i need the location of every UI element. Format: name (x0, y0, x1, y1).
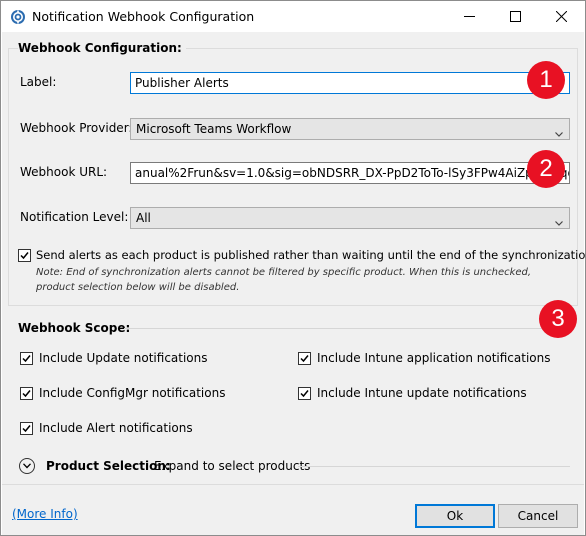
scope-checkbox-update[interactable] (20, 352, 33, 365)
send-each-checkbox[interactable] (18, 249, 31, 262)
level-selected-value: All (136, 211, 151, 225)
dialog-window: Notification Webhook Configuration Webho… (0, 0, 586, 536)
send-each-label: Send alerts as each product is published… (36, 248, 586, 262)
level-select[interactable]: All (130, 207, 570, 229)
cancel-button[interactable]: Cancel (498, 504, 578, 528)
chevron-down-circle-icon (23, 463, 31, 469)
chevron-down-icon (555, 126, 563, 140)
provider-selected-value: Microsoft Teams Workflow (136, 122, 292, 136)
minimize-button[interactable] (447, 1, 493, 32)
check-icon (22, 425, 31, 433)
product-selection-hint: Expand to select products (154, 459, 311, 473)
product-selection-label: Product Selection: (46, 459, 171, 473)
product-selection-divider (298, 466, 570, 467)
level-caption: Notification Level: (20, 210, 129, 224)
window-title: Notification Webhook Configuration (32, 9, 255, 24)
callout-badge-3: 3 (539, 300, 577, 338)
scope-checkbox-intune-app[interactable] (298, 352, 311, 365)
maximize-button[interactable] (493, 1, 539, 32)
scope-label-alert: Include Alert notifications (39, 421, 193, 435)
scope-checkbox-configmgr[interactable] (20, 387, 33, 400)
maximize-icon (510, 11, 521, 22)
check-icon (20, 252, 29, 260)
footer-divider (2, 484, 584, 485)
check-icon (300, 390, 309, 398)
callout-badge-1: 1 (527, 61, 565, 99)
check-icon (300, 355, 309, 363)
ok-button[interactable]: Ok (415, 504, 495, 528)
provider-caption: Webhook Provider: (20, 121, 133, 135)
webhook-config-title: Webhook Configuration: (18, 41, 186, 55)
provider-select[interactable]: Microsoft Teams Workflow (130, 118, 570, 140)
minimize-icon (464, 16, 475, 17)
scope-checkbox-alert[interactable] (20, 422, 33, 435)
send-each-note: Note: End of synchronization alerts cann… (36, 267, 532, 293)
check-icon (22, 390, 31, 398)
label-input[interactable]: Publisher Alerts (130, 72, 570, 94)
scope-label-intune-update: Include Intune update notifications (317, 386, 527, 400)
gear-icon (10, 9, 26, 25)
dialog-content: Webhook Configuration: Label: Publisher … (2, 32, 586, 535)
more-info-link[interactable]: (More Info) (12, 507, 78, 521)
product-selection-expander[interactable] (19, 458, 35, 474)
webhook-scope-title: Webhook Scope: (18, 321, 131, 335)
scope-divider (124, 328, 564, 329)
callout-badge-2: 2 (527, 150, 565, 188)
scope-label-update: Include Update notifications (39, 351, 208, 365)
close-icon (556, 11, 567, 22)
scope-label-intune-app: Include Intune application notifications (317, 351, 551, 365)
scope-checkbox-intune-update[interactable] (298, 387, 311, 400)
chevron-down-icon (555, 215, 563, 229)
scope-label-configmgr: Include ConfigMgr notifications (39, 386, 226, 400)
url-caption: Webhook URL: (20, 165, 108, 179)
title-bar[interactable]: Notification Webhook Configuration (1, 1, 585, 32)
close-button[interactable] (539, 1, 585, 32)
label-caption: Label: (20, 75, 57, 89)
check-icon (22, 355, 31, 363)
url-input[interactable]: anual%2Frun&sv=1.0&sig=obNDSRR_DX-PpD2To… (130, 162, 570, 184)
